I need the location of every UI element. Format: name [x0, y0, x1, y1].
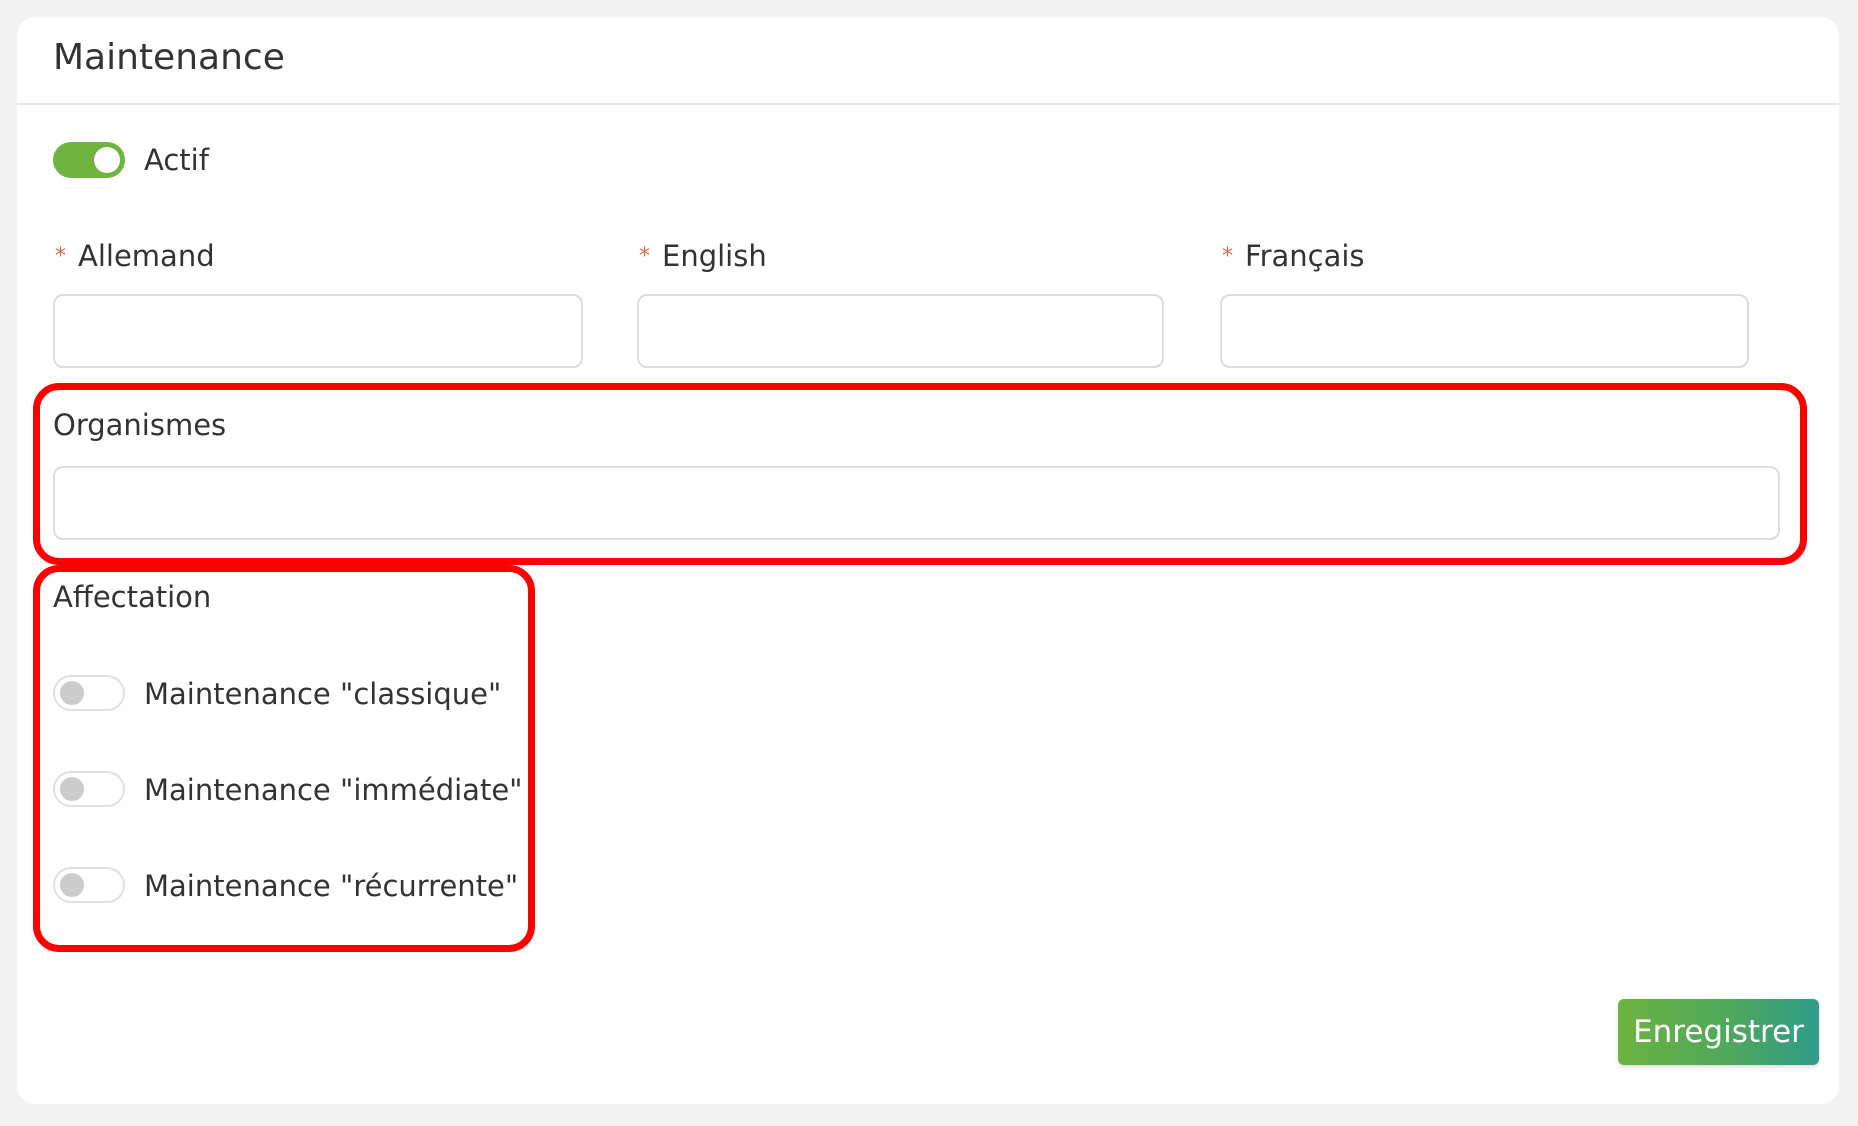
immediate-toggle-label: Maintenance "immédiate"	[144, 773, 523, 807]
francais-input[interactable]	[1220, 294, 1749, 368]
active-toggle-label: Actif	[144, 143, 209, 177]
english-label: * English	[639, 239, 767, 273]
required-mark: *	[639, 244, 650, 269]
active-toggle[interactable]	[53, 142, 125, 178]
organismes-input[interactable]	[53, 466, 1780, 540]
english-input[interactable]	[637, 294, 1164, 368]
card-title: Maintenance	[53, 37, 285, 78]
affectation-label: Affectation	[53, 580, 212, 614]
english-label-text: English	[662, 239, 767, 273]
recurrente-toggle-label: Maintenance "récurrente"	[144, 869, 519, 903]
toggle-knob	[60, 681, 84, 705]
toggle-knob	[60, 873, 84, 897]
classique-toggle[interactable]	[53, 675, 125, 711]
toggle-knob	[60, 777, 84, 801]
required-mark: *	[1222, 244, 1233, 269]
francais-label: * Français	[1222, 239, 1365, 273]
recurrente-toggle[interactable]	[53, 867, 125, 903]
allemand-label-text: Allemand	[78, 239, 215, 273]
organismes-label: Organismes	[53, 408, 227, 442]
required-mark: *	[55, 244, 66, 269]
immediate-toggle[interactable]	[53, 771, 125, 807]
francais-label-text: Français	[1245, 239, 1365, 273]
classique-toggle-label: Maintenance "classique"	[144, 677, 502, 711]
allemand-input[interactable]	[53, 294, 583, 368]
card-header: Maintenance	[17, 17, 1839, 105]
toggle-knob	[94, 147, 120, 173]
allemand-label: * Allemand	[55, 239, 215, 273]
save-button[interactable]: Enregistrer	[1618, 999, 1819, 1065]
maintenance-card: Maintenance Actif * Allemand * English * Fr…	[17, 17, 1839, 1104]
